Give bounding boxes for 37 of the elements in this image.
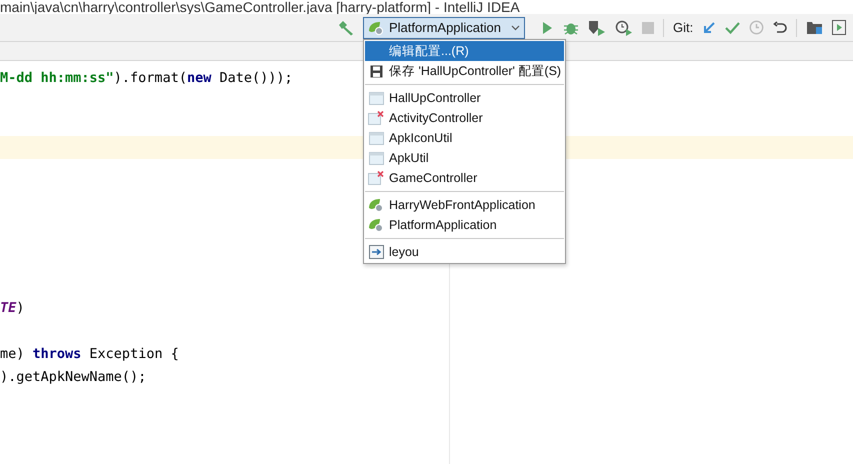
window-error-icon [368, 111, 384, 125]
leaf-gear-icon [368, 218, 384, 232]
clock-icon[interactable] [749, 20, 764, 35]
stop-icon[interactable] [642, 22, 654, 34]
code-line: me) throws Exception { [0, 345, 179, 364]
menu-item[interactable]: HallUpController [365, 88, 564, 108]
window-icon [368, 152, 384, 164]
menu-item[interactable]: 保存 'HallUpController' 配置(S) [365, 61, 564, 81]
menu-item[interactable]: leyou [365, 242, 564, 262]
menu-item[interactable]: ApkIconUtil [365, 128, 564, 148]
window-icon [368, 92, 384, 104]
menu-item[interactable]: ApkUtil [365, 148, 564, 168]
window-run-icon[interactable] [832, 20, 846, 35]
chevron-down-icon [511, 24, 520, 30]
menu-item[interactable]: HarryWebFrontApplication [365, 195, 564, 215]
shield-run-icon[interactable] [588, 20, 606, 36]
window-icon [368, 132, 384, 144]
arrow-down-left-icon[interactable] [702, 20, 716, 34]
run-configuration-dropdown[interactable]: PlatformApplication [363, 16, 525, 38]
clock-run-icon[interactable] [615, 20, 633, 36]
run-icon[interactable] [540, 20, 554, 34]
undo-icon[interactable] [773, 20, 788, 34]
window-error-icon [368, 171, 384, 185]
menu-item[interactable]: 编辑配置...(R) [365, 41, 564, 61]
menu-item[interactable]: PlatformApplication [365, 215, 564, 235]
leaf-gear-icon [368, 198, 384, 212]
leaf-gear-icon [368, 20, 384, 34]
code-line: TE) [0, 299, 24, 318]
folder-icon[interactable] [806, 20, 824, 35]
window-title: main\java\cn\harry\controller\sys\GameController.java [harry-platform] - IntelliJ IDEA [0, 0, 520, 14]
code-line: ).getApkNewName(); [0, 368, 146, 388]
code-line: M-dd hh:mm:ss").format(new Date())); [0, 69, 293, 88]
menu-item[interactable]: ActivityController [365, 108, 564, 128]
checkmark-icon[interactable] [725, 20, 740, 34]
hammer-icon[interactable] [338, 20, 354, 36]
git-label: Git: [673, 18, 694, 37]
menu-item[interactable]: GameController [365, 168, 564, 188]
